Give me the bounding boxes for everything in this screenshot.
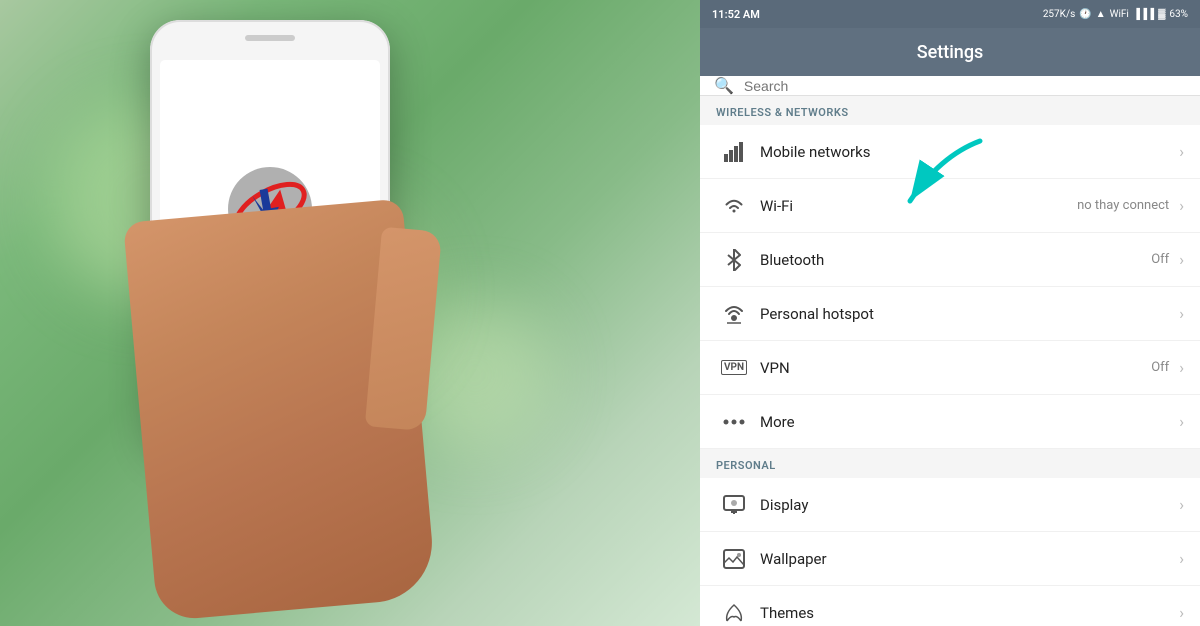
display-content: Display › bbox=[760, 495, 1184, 514]
wifi-chevron: › bbox=[1179, 196, 1184, 215]
wifi-content: Wi-Fi no thay connect › bbox=[760, 196, 1184, 215]
vpn-status: Off bbox=[1151, 360, 1169, 375]
vpn-chevron: › bbox=[1179, 358, 1184, 377]
personal-section-header: PERSONAL bbox=[700, 449, 1200, 478]
hotspot-icon bbox=[716, 303, 752, 325]
battery-percent: 63% bbox=[1169, 9, 1188, 20]
hotspot-content: Personal hotspot › bbox=[760, 304, 1184, 323]
wifi-label: Wi-Fi bbox=[760, 197, 793, 215]
wallpaper-label: Wallpaper bbox=[760, 550, 827, 568]
wireless-settings-list: Mobile networks › Wi-Fi bbox=[700, 125, 1200, 449]
personal-settings-list: Display › Wallpaper › bbox=[700, 478, 1200, 626]
bluetooth-item[interactable]: Bluetooth Off › bbox=[700, 233, 1200, 287]
themes-content: Themes › bbox=[760, 603, 1184, 622]
phone-speaker bbox=[245, 35, 295, 41]
display-label: Display bbox=[760, 496, 808, 514]
signal-icon bbox=[716, 142, 752, 162]
wifi-status-icon: WiFi bbox=[1110, 9, 1129, 20]
bluetooth-content: Bluetooth Off › bbox=[760, 250, 1184, 269]
more-icon bbox=[716, 419, 752, 425]
display-icon bbox=[716, 495, 752, 515]
more-chevron: › bbox=[1179, 412, 1184, 431]
vpn-content: VPN Off › bbox=[760, 358, 1184, 377]
personal-section: PERSONAL Display › bbox=[700, 449, 1200, 626]
wallpaper-chevron: › bbox=[1179, 549, 1184, 568]
wallpaper-content: Wallpaper › bbox=[760, 549, 1184, 568]
bluetooth-status: Off bbox=[1151, 252, 1169, 267]
speed-indicator: 257K/s bbox=[1043, 9, 1075, 20]
status-bar: 11:52 AM 257K/s 🕐 ▲ WiFi ▐▐▐ ▓ 63% bbox=[700, 0, 1200, 28]
right-panel: 11:52 AM 257K/s 🕐 ▲ WiFi ▐▐▐ ▓ 63% Setti… bbox=[700, 0, 1200, 626]
settings-header: Settings bbox=[700, 28, 1200, 76]
mobile-networks-content: Mobile networks › bbox=[760, 142, 1184, 161]
more-content: More › bbox=[760, 412, 1184, 431]
status-icons: 257K/s 🕐 ▲ WiFi ▐▐▐ ▓ 63% bbox=[1043, 9, 1188, 20]
signal-bars-icon: ▐▐▐ bbox=[1133, 9, 1154, 20]
themes-item[interactable]: Themes › bbox=[700, 586, 1200, 626]
left-panel: BSNL bbox=[0, 0, 700, 626]
wifi-icon bbox=[716, 197, 752, 215]
vpn-label: VPN bbox=[760, 359, 790, 377]
vpn-icon: VPN bbox=[716, 360, 752, 375]
battery-icon: ▓ bbox=[1158, 9, 1165, 20]
wireless-section: WIRELESS & NETWORKS Mobile networks › bbox=[700, 96, 1200, 449]
personal-hotspot-item[interactable]: Personal hotspot › bbox=[700, 287, 1200, 341]
themes-icon bbox=[716, 603, 752, 623]
status-time: 11:52 AM bbox=[712, 8, 760, 21]
display-chevron: › bbox=[1179, 495, 1184, 514]
wireless-section-header: WIRELESS & NETWORKS bbox=[700, 96, 1200, 125]
wallpaper-icon bbox=[716, 549, 752, 569]
wallpaper-item[interactable]: Wallpaper › bbox=[700, 532, 1200, 586]
mobile-networks-chevron: › bbox=[1179, 142, 1184, 161]
themes-chevron: › bbox=[1179, 603, 1184, 622]
mobile-networks-label: Mobile networks bbox=[760, 143, 870, 161]
search-input[interactable] bbox=[744, 78, 1186, 94]
hand-decoration bbox=[123, 199, 437, 622]
phone-container: BSNL bbox=[120, 20, 440, 580]
display-item[interactable]: Display › bbox=[700, 478, 1200, 532]
bluetooth-icon bbox=[716, 249, 752, 271]
bluetooth-label: Bluetooth bbox=[760, 251, 824, 269]
vpn-item[interactable]: VPN VPN Off › bbox=[700, 341, 1200, 395]
signal-icon: ▲ bbox=[1096, 9, 1106, 20]
more-item[interactable]: More › bbox=[700, 395, 1200, 449]
hotspot-chevron: › bbox=[1179, 304, 1184, 323]
search-bar[interactable]: 🔍 bbox=[700, 76, 1200, 96]
settings-title: Settings bbox=[917, 42, 984, 63]
mobile-networks-item[interactable]: Mobile networks › bbox=[700, 125, 1200, 179]
themes-label: Themes bbox=[760, 604, 814, 622]
search-icon: 🔍 bbox=[714, 76, 734, 95]
bluetooth-chevron: › bbox=[1179, 250, 1184, 269]
clock-icon: 🕐 bbox=[1079, 9, 1091, 20]
settings-wrapper: 🔍 WIRELESS & NETWORKS Mobile networks › bbox=[700, 76, 1200, 626]
hotspot-label: Personal hotspot bbox=[760, 305, 874, 323]
more-label: More bbox=[760, 413, 795, 431]
wifi-status: no thay connect bbox=[1077, 198, 1169, 213]
wifi-item[interactable]: Wi-Fi no thay connect › bbox=[700, 179, 1200, 233]
